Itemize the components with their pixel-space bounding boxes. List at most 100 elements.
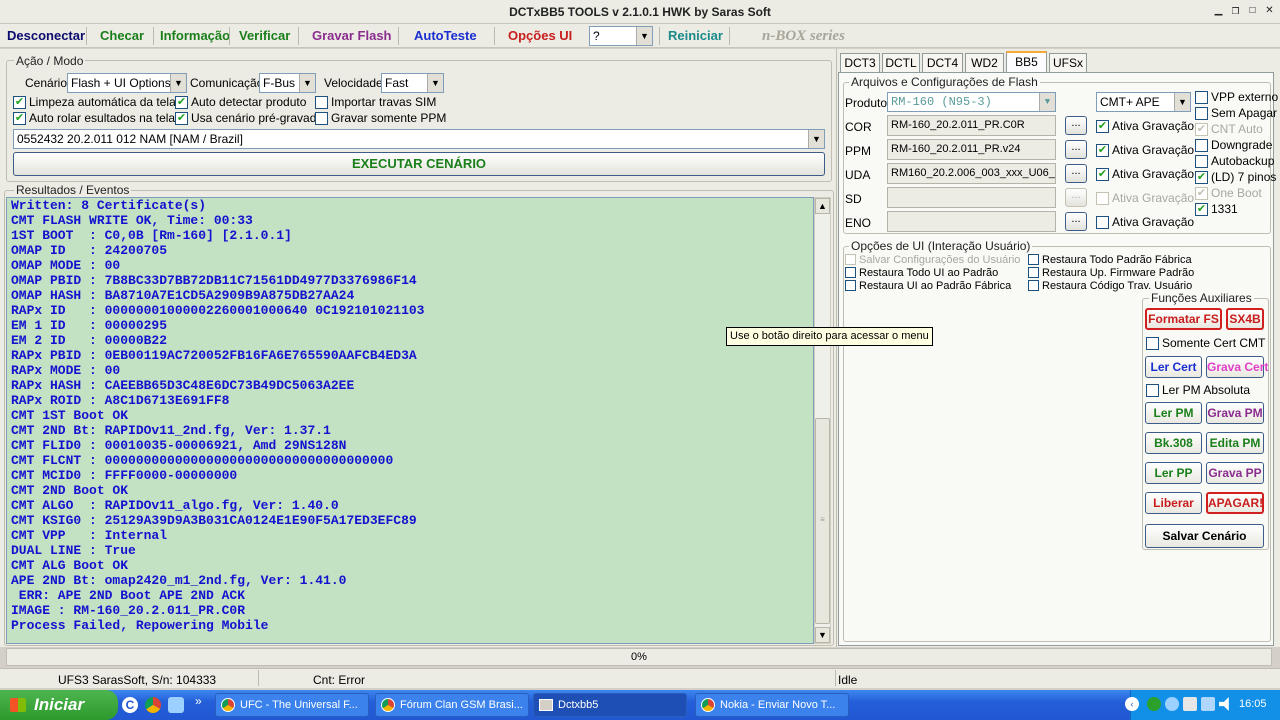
- messenger-tray-icon[interactable]: [1165, 697, 1179, 711]
- results-log[interactable]: Written: 8 Certificate(s) CMT FLASH WRITE…: [6, 197, 814, 644]
- sx4b-button[interactable]: SX4B: [1226, 308, 1264, 330]
- gravar-flash-button[interactable]: Gravar Flash: [312, 28, 392, 43]
- grava-pp-button[interactable]: Grava PP: [1206, 462, 1264, 484]
- option-checkbox[interactable]: ✔ CNT Auto: [1195, 123, 1263, 137]
- apagar-button[interactable]: APAGAR!: [1206, 492, 1264, 514]
- verificar-button[interactable]: Verificar: [239, 28, 290, 43]
- ui-option-checkbox[interactable]: Restaura Up. Firmware Padrão: [1028, 267, 1194, 280]
- tab-dct3[interactable]: DCT3: [840, 53, 880, 72]
- tab-dctl[interactable]: DCTL: [882, 53, 920, 72]
- option-checkbox[interactable]: Autobackup: [1195, 155, 1274, 169]
- scroll-thumb[interactable]: ≡: [815, 418, 830, 624]
- produto-select[interactable]: RM-160 (N95-3) ▼: [887, 92, 1056, 112]
- tab-ufsx[interactable]: UFSx: [1049, 53, 1087, 72]
- taskbar-button[interactable]: Nokia - Enviar Novo T...: [695, 693, 849, 717]
- comunicacao-label: Comunicação: [190, 76, 264, 90]
- ui-option-checkbox[interactable]: Restaura Todo Padrão Fábrica: [1028, 254, 1192, 267]
- tab-bb5[interactable]: BB5: [1006, 51, 1047, 73]
- scenario-file-select[interactable]: 0552432 20.2.011 012 NAM [NAM / Brazil] ▼: [13, 129, 825, 149]
- sd-ativa-checkbox[interactable]: Ativa Gravação: [1096, 192, 1194, 206]
- cor-file-field[interactable]: RM-160_20.2.011_PR.C0R: [887, 115, 1056, 136]
- limpeza-checkbox[interactable]: ✔ Limpeza automática da tela: [13, 96, 176, 110]
- help-select[interactable]: ? ▼: [589, 26, 653, 46]
- grava-pm-button[interactable]: Grava PM: [1206, 402, 1264, 424]
- tray-collapse-icon[interactable]: ‹: [1125, 697, 1139, 711]
- velocidade-select[interactable]: Fast ▼: [381, 73, 444, 93]
- edita-pm-button[interactable]: Edita PM: [1206, 432, 1264, 454]
- auto-detectar-checkbox[interactable]: ✔ Auto detectar produto: [175, 96, 306, 110]
- minimize-button[interactable]: ▁: [1211, 5, 1226, 19]
- uda-browse-button[interactable]: ...: [1065, 164, 1087, 183]
- checar-button[interactable]: Checar: [100, 28, 144, 43]
- ppm-browse-button[interactable]: ...: [1065, 140, 1087, 159]
- taskbar-button[interactable]: UFC - The Universal F...: [215, 693, 369, 717]
- salvar-cenario-button[interactable]: Salvar Cenário: [1145, 524, 1264, 548]
- ui-option-checkbox[interactable]: Salvar Configurações do Usuário: [845, 254, 1020, 267]
- eno-browse-button[interactable]: ...: [1065, 212, 1087, 231]
- formatar-fs-button[interactable]: Formatar FS: [1145, 308, 1222, 330]
- restore-button[interactable]: ❐: [1228, 5, 1243, 19]
- log-line: CMT FLCNT : 0000000000000000000000000000…: [11, 453, 394, 468]
- liberar-button[interactable]: Liberar: [1145, 492, 1202, 514]
- ppm-ativa-checkbox[interactable]: ✔ Ativa Gravação: [1096, 144, 1194, 158]
- results-scrollbar[interactable]: ▲ ≡ ▼: [814, 197, 831, 644]
- flash-mode-select[interactable]: CMT+ APE ▼: [1096, 92, 1191, 112]
- comunicacao-select[interactable]: F-Bus ▼: [259, 73, 316, 93]
- ui-option-checkbox[interactable]: Restaura UI ao Padrão Fábrica: [845, 280, 1011, 293]
- eno-ativa-checkbox[interactable]: Ativa Gravação: [1096, 216, 1194, 230]
- importar-travas-checkbox[interactable]: Importar travas SIM: [315, 96, 436, 110]
- auto-rolar-checkbox[interactable]: ✔ Auto rolar esultados na tela: [13, 112, 175, 126]
- start-button[interactable]: Iniciar: [0, 690, 118, 720]
- cenario-select[interactable]: Flash + UI Options ▼: [67, 73, 187, 93]
- network2-tray-icon[interactable]: [1201, 697, 1215, 711]
- option-checkbox[interactable]: ✔ 1331: [1195, 203, 1238, 217]
- ler-pm-button[interactable]: Ler PM: [1145, 402, 1202, 424]
- desconectar-button[interactable]: Desconectar: [7, 28, 85, 43]
- cor-ativa-checkbox[interactable]: ✔ Ativa Gravação: [1096, 120, 1194, 134]
- status-state: Idle: [838, 673, 858, 687]
- informacao-button[interactable]: Informação: [160, 28, 230, 43]
- maximize-button[interactable]: □: [1245, 5, 1260, 19]
- scroll-down-button[interactable]: ▼: [815, 627, 830, 643]
- ler-cert-button[interactable]: Ler Cert: [1145, 356, 1202, 378]
- cor-browse-button[interactable]: ...: [1065, 116, 1087, 135]
- utorrent-tray-icon[interactable]: [1147, 697, 1161, 711]
- reiniciar-button[interactable]: Reiniciar: [668, 28, 723, 43]
- grava-cert-button[interactable]: Grava Cert: [1206, 356, 1268, 378]
- option-checkbox[interactable]: ✔ (LD) 7 pinos: [1195, 171, 1276, 185]
- bk308-button[interactable]: Bk.308: [1145, 432, 1202, 454]
- ppm-file-field[interactable]: RM-160_20.2.011_PR.v24: [887, 139, 1056, 160]
- tab-wd2[interactable]: WD2: [965, 53, 1004, 72]
- quicklaunch-more-icon[interactable]: »: [195, 694, 202, 708]
- eno-file-field[interactable]: [887, 211, 1056, 232]
- option-checkbox[interactable]: Sem Apagar: [1195, 107, 1277, 121]
- option-checkbox[interactable]: ✔ One Boot: [1195, 187, 1262, 201]
- network-tray-icon[interactable]: [1183, 697, 1197, 711]
- uda-ativa-checkbox[interactable]: ✔ Ativa Gravação: [1096, 168, 1194, 182]
- ler-pm-absoluta-checkbox[interactable]: Ler PM Absoluta: [1146, 384, 1250, 398]
- sd-browse-button[interactable]: ...: [1065, 188, 1087, 207]
- scroll-up-button[interactable]: ▲: [815, 198, 830, 214]
- sd-file-field[interactable]: [887, 187, 1056, 208]
- volume-tray-icon[interactable]: [1219, 697, 1229, 711]
- ui-option-checkbox[interactable]: Restaura Todo UI ao Padrão: [845, 267, 998, 280]
- autoteste-button[interactable]: AutoTeste: [414, 28, 477, 43]
- option-checkbox[interactable]: Downgrade: [1195, 139, 1272, 153]
- log-line: CMT ALGO : RAPIDOv11_algo.fg, Ver: 1.40.…: [11, 498, 339, 513]
- close-button[interactable]: ✕: [1262, 5, 1277, 19]
- executar-cenario-button[interactable]: EXECUTAR CENÁRIO: [13, 152, 825, 176]
- usa-cenario-checkbox[interactable]: ✔ Usa cenário pré-gravado: [175, 112, 323, 126]
- chrome-quicklaunch-icon[interactable]: [145, 697, 161, 713]
- opcoes-ui-button[interactable]: Opções UI: [508, 28, 572, 43]
- taskbar-button[interactable]: Fórum Clan GSM Brasi...: [375, 693, 529, 717]
- option-checkbox[interactable]: VPP externo: [1195, 91, 1278, 105]
- uda-file-field[interactable]: RM160_20.2.006_003_xxx_U06_: [887, 163, 1056, 184]
- ler-pp-button[interactable]: Ler PP: [1145, 462, 1202, 484]
- somente-cert-checkbox[interactable]: Somente Cert CMT: [1146, 337, 1265, 351]
- gravar-ppm-checkbox[interactable]: Gravar somente PPM: [315, 112, 446, 126]
- messenger-quicklaunch-icon[interactable]: [168, 697, 184, 713]
- taskbar-button[interactable]: Dctxbb5: [533, 693, 687, 717]
- eno-label: ENO: [845, 216, 872, 230]
- tab-dct4[interactable]: DCT4: [922, 53, 963, 72]
- ie-quicklaunch-icon[interactable]: C: [122, 697, 138, 713]
